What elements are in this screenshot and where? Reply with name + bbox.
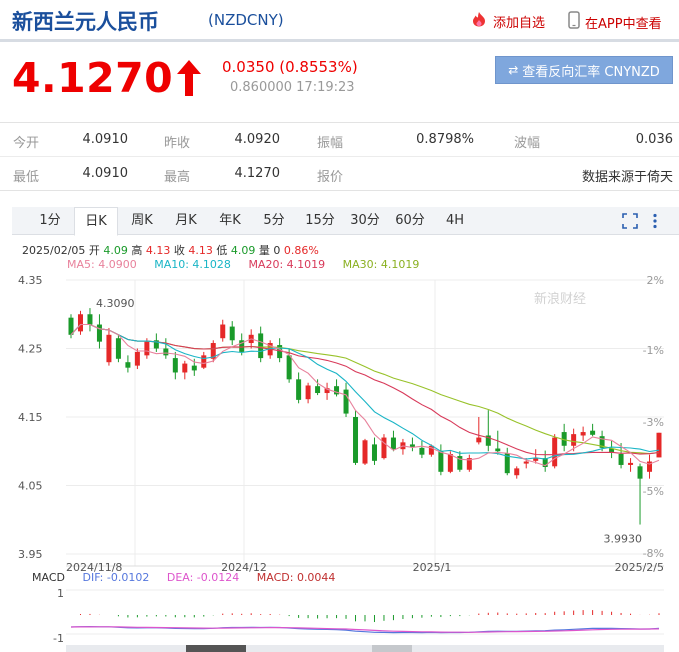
candle-body: [96, 324, 102, 342]
percent-tick: -1%: [643, 344, 664, 357]
candle-body: [343, 389, 349, 414]
price-tick: 4.25: [18, 343, 43, 356]
ma20-line: [70, 323, 660, 456]
candle-body: [353, 417, 359, 463]
min-price-label: 3.9930: [604, 533, 643, 546]
candle-body: [523, 461, 529, 464]
candle-body: [315, 386, 321, 394]
candle-body: [296, 379, 302, 400]
range-scrollbar[interactable]: [66, 645, 664, 652]
candle-body: [87, 314, 93, 325]
date-axis: 2024/11/8 2024/12 2025/1 2025/2/5: [66, 561, 664, 574]
candle-body: [552, 437, 558, 467]
candle-body: [106, 334, 112, 363]
candle-body: [438, 451, 444, 472]
candle-body: [201, 355, 207, 368]
candle-body: [419, 447, 425, 455]
candle-body: [495, 448, 501, 452]
ma10-line: [70, 323, 660, 460]
candle-body: [362, 440, 368, 464]
price-tick: 4.05: [18, 480, 43, 493]
macd-chart: 1 -1: [53, 587, 660, 645]
candle-body: [77, 314, 83, 332]
macd-tick: 1: [57, 587, 64, 600]
candle-body: [371, 444, 377, 461]
scroll-marker: [372, 645, 412, 652]
candle-body: [134, 351, 140, 366]
macd-tick: -1: [53, 632, 64, 645]
candle-body: [580, 432, 586, 436]
candle-body: [390, 437, 396, 450]
candle-body: [229, 326, 235, 341]
max-price-label: 4.3090: [96, 297, 135, 310]
candle-body: [286, 355, 292, 380]
percent-axis: 2% -1% -3% -5% -8%: [643, 274, 664, 560]
date-tick: 2025/1: [413, 561, 452, 574]
candles: [68, 308, 662, 525]
candle-body: [305, 385, 311, 400]
percent-tick: -8%: [643, 547, 664, 560]
date-tick: 2024/12: [221, 561, 267, 574]
candle-body: [115, 338, 121, 359]
candle-body: [191, 365, 197, 371]
date-tick: 2024/11/8: [66, 561, 122, 574]
candle-body: [476, 437, 482, 443]
price-tick: 4.35: [18, 274, 43, 287]
percent-tick: -3%: [643, 416, 664, 429]
candle-body: [514, 468, 520, 476]
candle-body: [220, 324, 226, 339]
kline-chart[interactable]: 新浪财经 4.35 4.25 4.15 4.05 3.95 2% -1% -3% -5% -8%…: [0, 0, 679, 652]
candle-body: [447, 453, 453, 472]
candle-body: [144, 341, 150, 356]
price-annotations: 4.3090 3.9930: [96, 297, 642, 545]
ma30-line: [70, 323, 660, 455]
scroll-track: [66, 645, 664, 652]
candle-body: [182, 363, 188, 373]
candle-body: [656, 432, 662, 458]
candle-body: [618, 453, 624, 465]
candle-body: [571, 434, 577, 446]
candle-body: [637, 466, 643, 479]
percent-tick: 2%: [647, 274, 664, 287]
price-tick: 4.15: [18, 411, 43, 424]
candle-body: [628, 462, 634, 465]
percent-tick: -5%: [643, 485, 664, 498]
candle-body: [125, 362, 131, 368]
candle-body: [163, 348, 169, 356]
date-tick: 2025/2/5: [615, 561, 664, 574]
candle-body: [172, 358, 178, 373]
price-tick: 3.95: [18, 548, 43, 561]
watermark: 新浪财经: [534, 291, 586, 307]
candle-body: [590, 430, 596, 435]
candle-body: [381, 437, 387, 459]
candle-body: [258, 333, 264, 359]
scroll-handle: [186, 645, 246, 652]
price-axis: 4.35 4.25 4.15 4.05 3.95: [18, 274, 43, 561]
